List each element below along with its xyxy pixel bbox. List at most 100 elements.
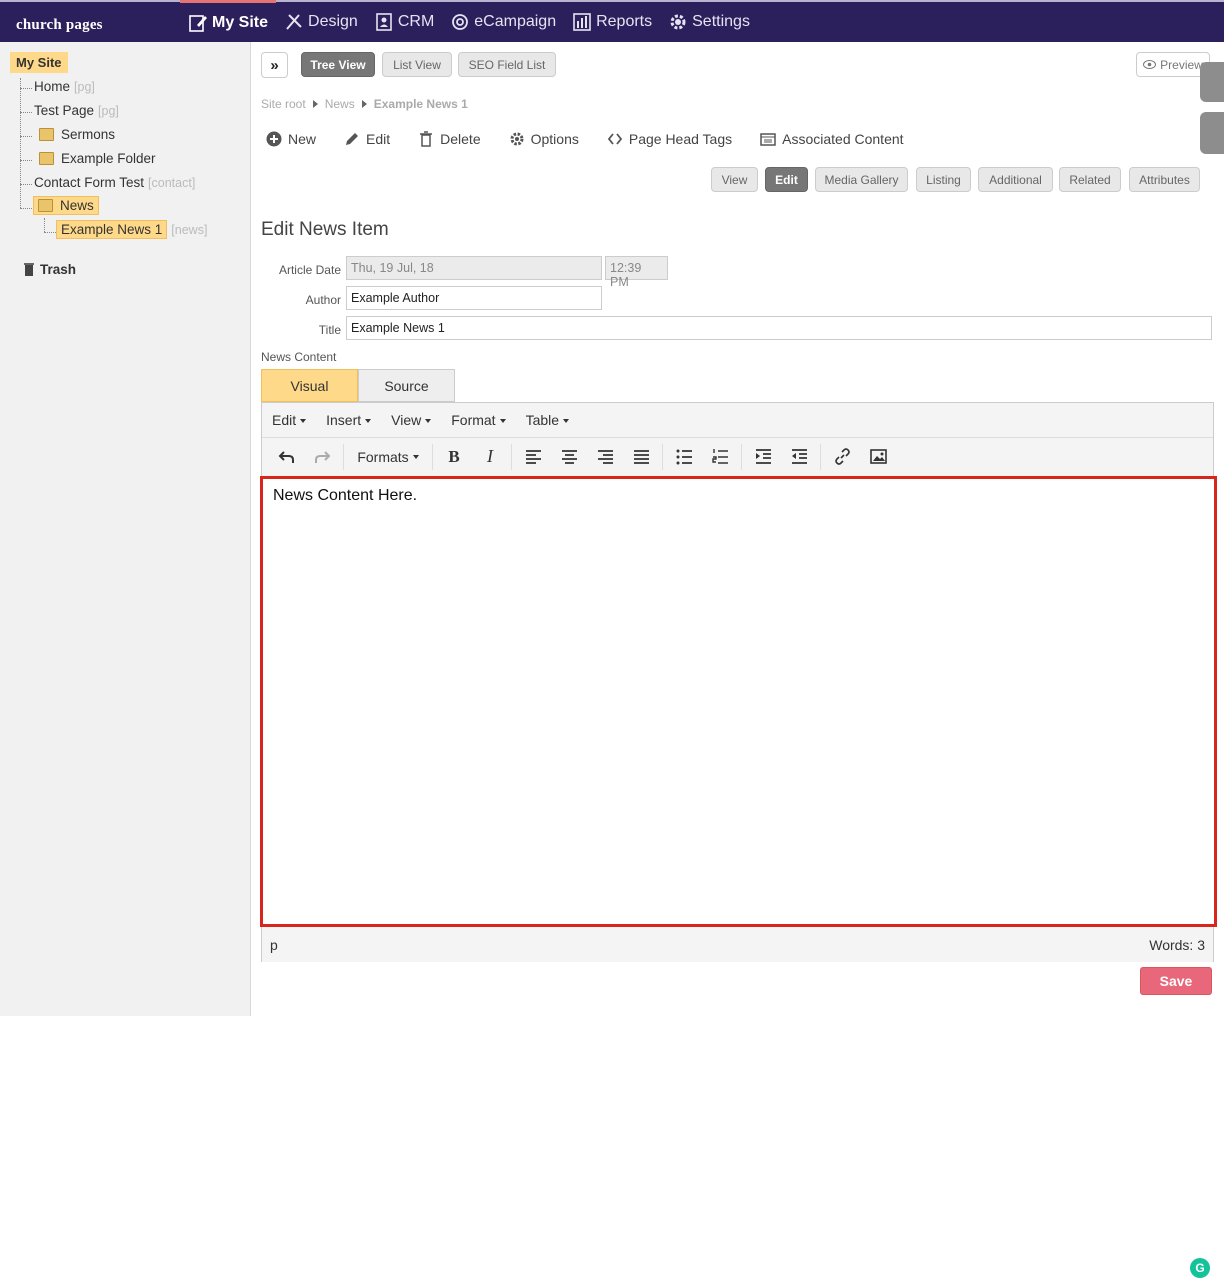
nav-settings[interactable]: Settings — [660, 2, 758, 42]
tree-item-sermons[interactable]: Sermons — [39, 127, 115, 142]
seo-field-list-button[interactable]: SEO Field List — [458, 52, 556, 77]
menu-insert[interactable]: Insert — [326, 412, 372, 428]
action-label: Delete — [440, 131, 481, 147]
nav-my-site[interactable]: My Site — [180, 0, 277, 42]
tab-media-gallery[interactable]: Media Gallery — [815, 167, 908, 192]
bullet-list-button[interactable] — [666, 442, 702, 472]
nav-ecampaign[interactable]: eCampaign — [442, 2, 564, 42]
tab-view[interactable]: View — [711, 167, 758, 192]
caret-right-icon — [361, 100, 367, 108]
list-view-button[interactable]: List View — [382, 52, 452, 77]
tab-additional[interactable]: Additional — [978, 167, 1053, 192]
action-label: Edit — [366, 131, 391, 147]
title-field[interactable]: Example News 1 — [346, 316, 1212, 340]
folder-open-icon — [38, 199, 53, 212]
tree-item-news[interactable]: News — [33, 196, 99, 215]
align-left-icon — [525, 450, 541, 464]
numbered-list-button[interactable] — [702, 442, 738, 472]
tree-item-tag: [news] — [171, 222, 208, 237]
content-paragraph[interactable]: News Content Here. — [273, 487, 1204, 505]
breadcrumb-root[interactable]: Site root — [261, 97, 306, 111]
nav-design[interactable]: Design — [276, 2, 366, 42]
link-icon — [834, 448, 850, 465]
action-label: Options — [530, 131, 579, 147]
insert-link-button[interactable] — [824, 442, 860, 472]
formats-dropdown[interactable]: Formats — [347, 442, 429, 472]
dropdown-caret-icon — [425, 419, 432, 424]
align-right-button[interactable] — [587, 442, 623, 472]
tree-line — [20, 136, 32, 137]
tree-item-example-folder[interactable]: Example Folder — [39, 151, 156, 166]
tree-item-label: Sermons — [61, 127, 116, 142]
preview-button[interactable]: Preview — [1136, 52, 1210, 77]
nav-label: My Site — [212, 13, 269, 31]
page-head-tags-button[interactable]: Page Head Tags — [607, 131, 732, 147]
nav-label: Reports — [596, 13, 653, 30]
options-button[interactable]: Options — [509, 131, 579, 147]
align-left-button[interactable] — [515, 442, 551, 472]
tree-item-trash[interactable]: Trash — [22, 262, 76, 277]
at-sign-icon — [452, 14, 469, 30]
tab-listing[interactable]: Listing — [916, 167, 971, 192]
tab-visual[interactable]: Visual — [261, 369, 358, 402]
undo-button[interactable] — [268, 442, 304, 472]
tree-item-home[interactable]: Home [pg] — [34, 79, 95, 94]
nav-label: Settings — [692, 13, 750, 30]
italic-button[interactable]: I — [472, 442, 508, 472]
tree-root-my-site[interactable]: My Site — [10, 52, 68, 73]
element-path[interactable]: p — [270, 937, 278, 953]
tree-view-button[interactable]: Tree View — [301, 52, 375, 77]
nav-reports[interactable]: Reports — [564, 2, 660, 42]
collapse-toggle-button[interactable]: » — [261, 52, 288, 78]
bar-chart-icon — [573, 13, 591, 31]
contacts-icon — [376, 13, 392, 31]
tab-related[interactable]: Related — [1059, 167, 1121, 192]
side-panel-tab-contacts[interactable] — [1200, 62, 1224, 102]
bold-button[interactable]: B — [436, 442, 472, 472]
tree-item-contact-form-test[interactable]: Contact Form Test [contact] — [34, 175, 195, 190]
tree-item-test-page[interactable]: Test Page [pg] — [34, 103, 119, 118]
author-field[interactable]: Example Author — [346, 286, 602, 310]
article-time-field[interactable]: 12:39 PM — [605, 256, 668, 289]
tab-edit[interactable]: Edit — [765, 167, 808, 192]
save-button[interactable]: Save — [1140, 967, 1212, 995]
church-pages-logo[interactable]: church pages — [16, 17, 103, 34]
tab-attributes[interactable]: Attributes — [1129, 167, 1200, 192]
toolbar-separator — [343, 443, 344, 470]
tree-line — [44, 218, 45, 232]
tree-item-example-news-1[interactable]: Example News 1 [news] — [56, 220, 207, 239]
menu-view[interactable]: View — [391, 412, 432, 428]
menu-table[interactable]: Table — [526, 412, 570, 428]
redo-button[interactable] — [304, 442, 340, 472]
edit-button[interactable]: Edit — [344, 131, 390, 147]
menu-format[interactable]: Format — [451, 412, 506, 428]
grammarly-icon[interactable]: G — [1190, 1258, 1210, 1278]
nav-label: CRM — [397, 13, 435, 30]
new-button[interactable]: New — [266, 131, 316, 147]
tree-item-label: News — [60, 198, 94, 213]
nav-crm[interactable]: CRM — [366, 2, 442, 42]
editor-toolbar: Formats B I — [262, 438, 1213, 475]
tree-item-label: Home — [34, 79, 71, 94]
trash-icon — [24, 263, 34, 276]
tree-line — [20, 78, 21, 208]
align-center-button[interactable] — [551, 442, 587, 472]
article-date-field[interactable]: Thu, 19 Jul, 18 — [346, 256, 602, 280]
align-justify-button[interactable] — [623, 442, 659, 472]
editor-content-area[interactable]: News Content Here. — [260, 476, 1217, 927]
insert-image-button[interactable] — [860, 442, 896, 472]
dropdown-caret-icon — [412, 454, 419, 459]
tree-item-label: Test Page — [34, 103, 95, 118]
numbered-list-icon — [711, 449, 728, 464]
outdent-button[interactable] — [745, 442, 781, 472]
delete-button[interactable]: Delete — [418, 131, 481, 147]
tab-source[interactable]: Source — [358, 369, 455, 402]
side-panel-tab-pages[interactable] — [1200, 112, 1224, 154]
caret-right-icon — [312, 100, 318, 108]
page-title: Edit News Item — [261, 219, 389, 240]
pencil-icon — [346, 133, 359, 145]
indent-button[interactable] — [781, 442, 817, 472]
associated-content-button[interactable]: Associated Content — [760, 131, 904, 147]
breadcrumb-parent[interactable]: News — [325, 97, 355, 111]
menu-edit[interactable]: Edit — [272, 412, 307, 428]
